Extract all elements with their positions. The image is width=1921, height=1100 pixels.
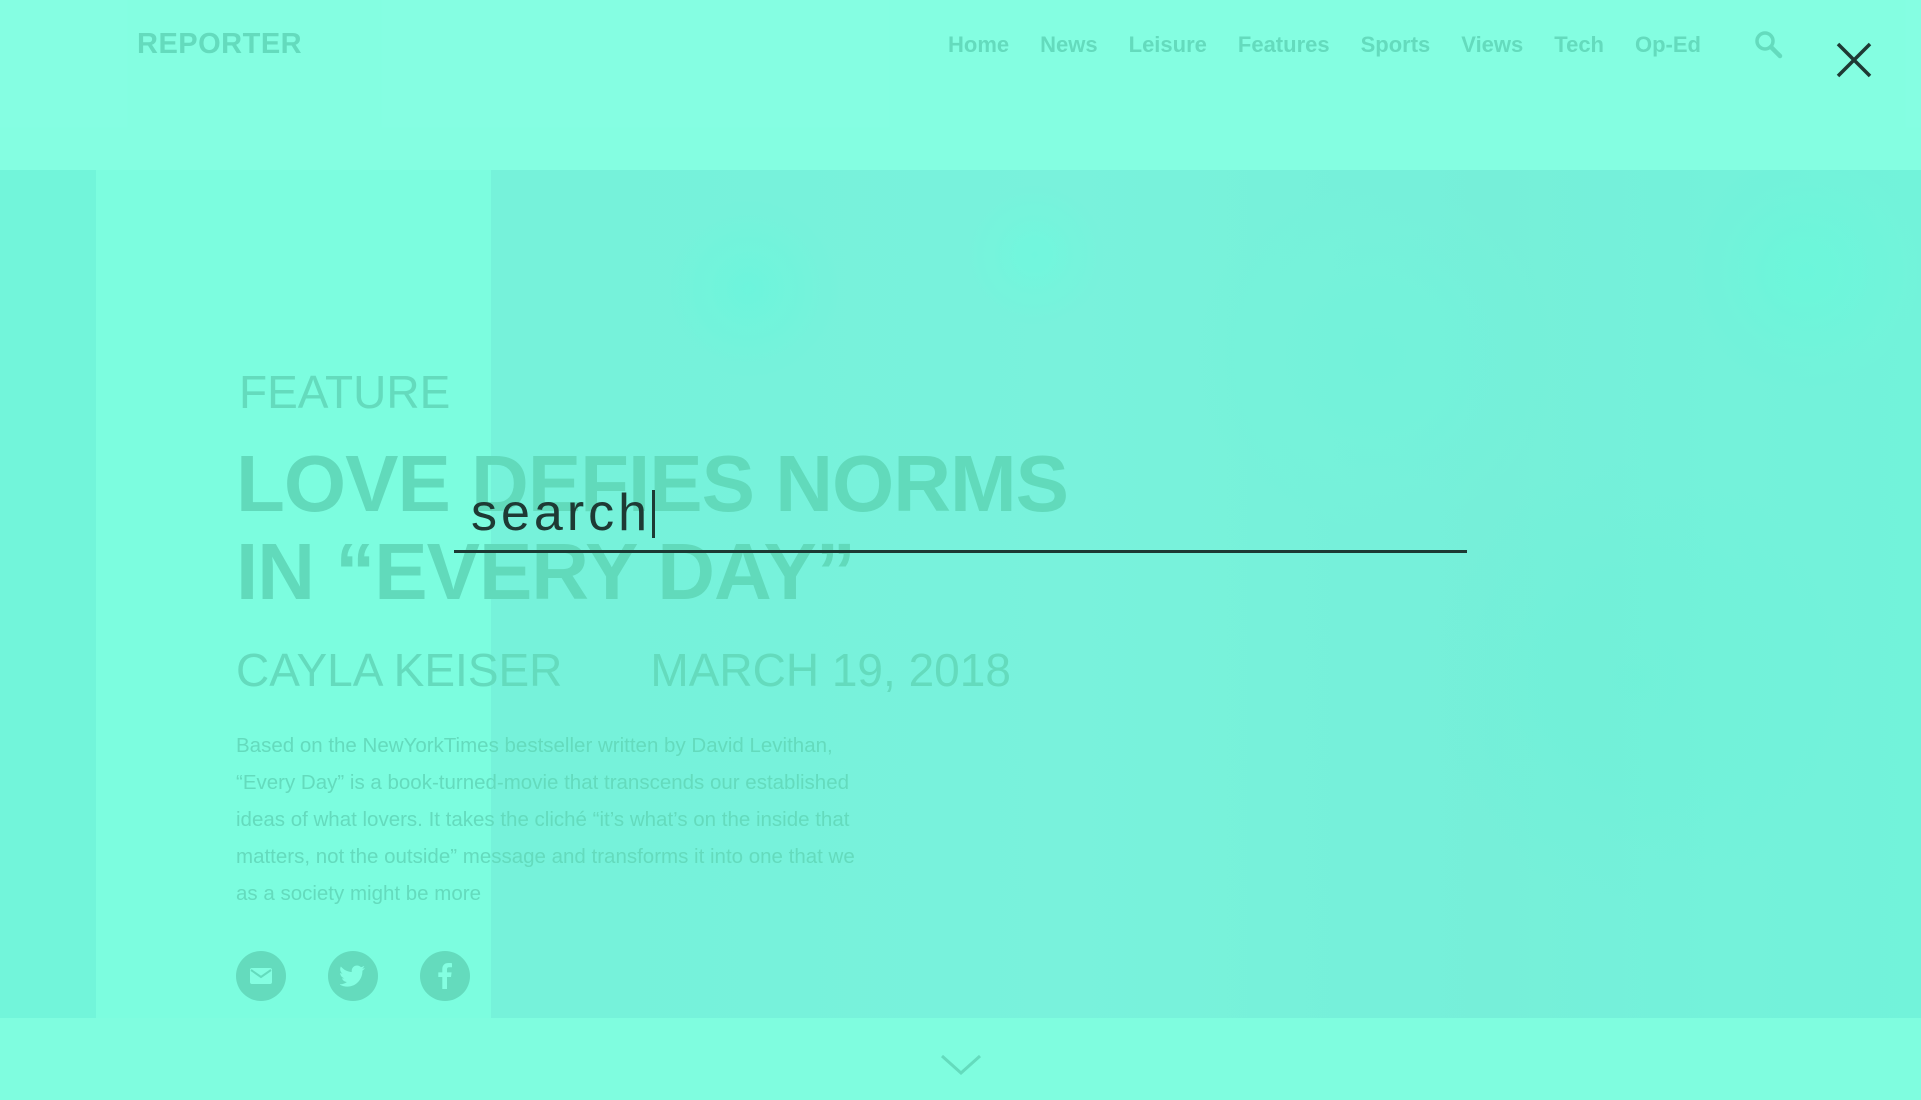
search-input[interactable] [454,480,1461,550]
text-caret [652,490,655,538]
search-overlay [0,0,1921,1100]
close-icon[interactable] [1834,40,1874,80]
search-field [454,478,1467,553]
